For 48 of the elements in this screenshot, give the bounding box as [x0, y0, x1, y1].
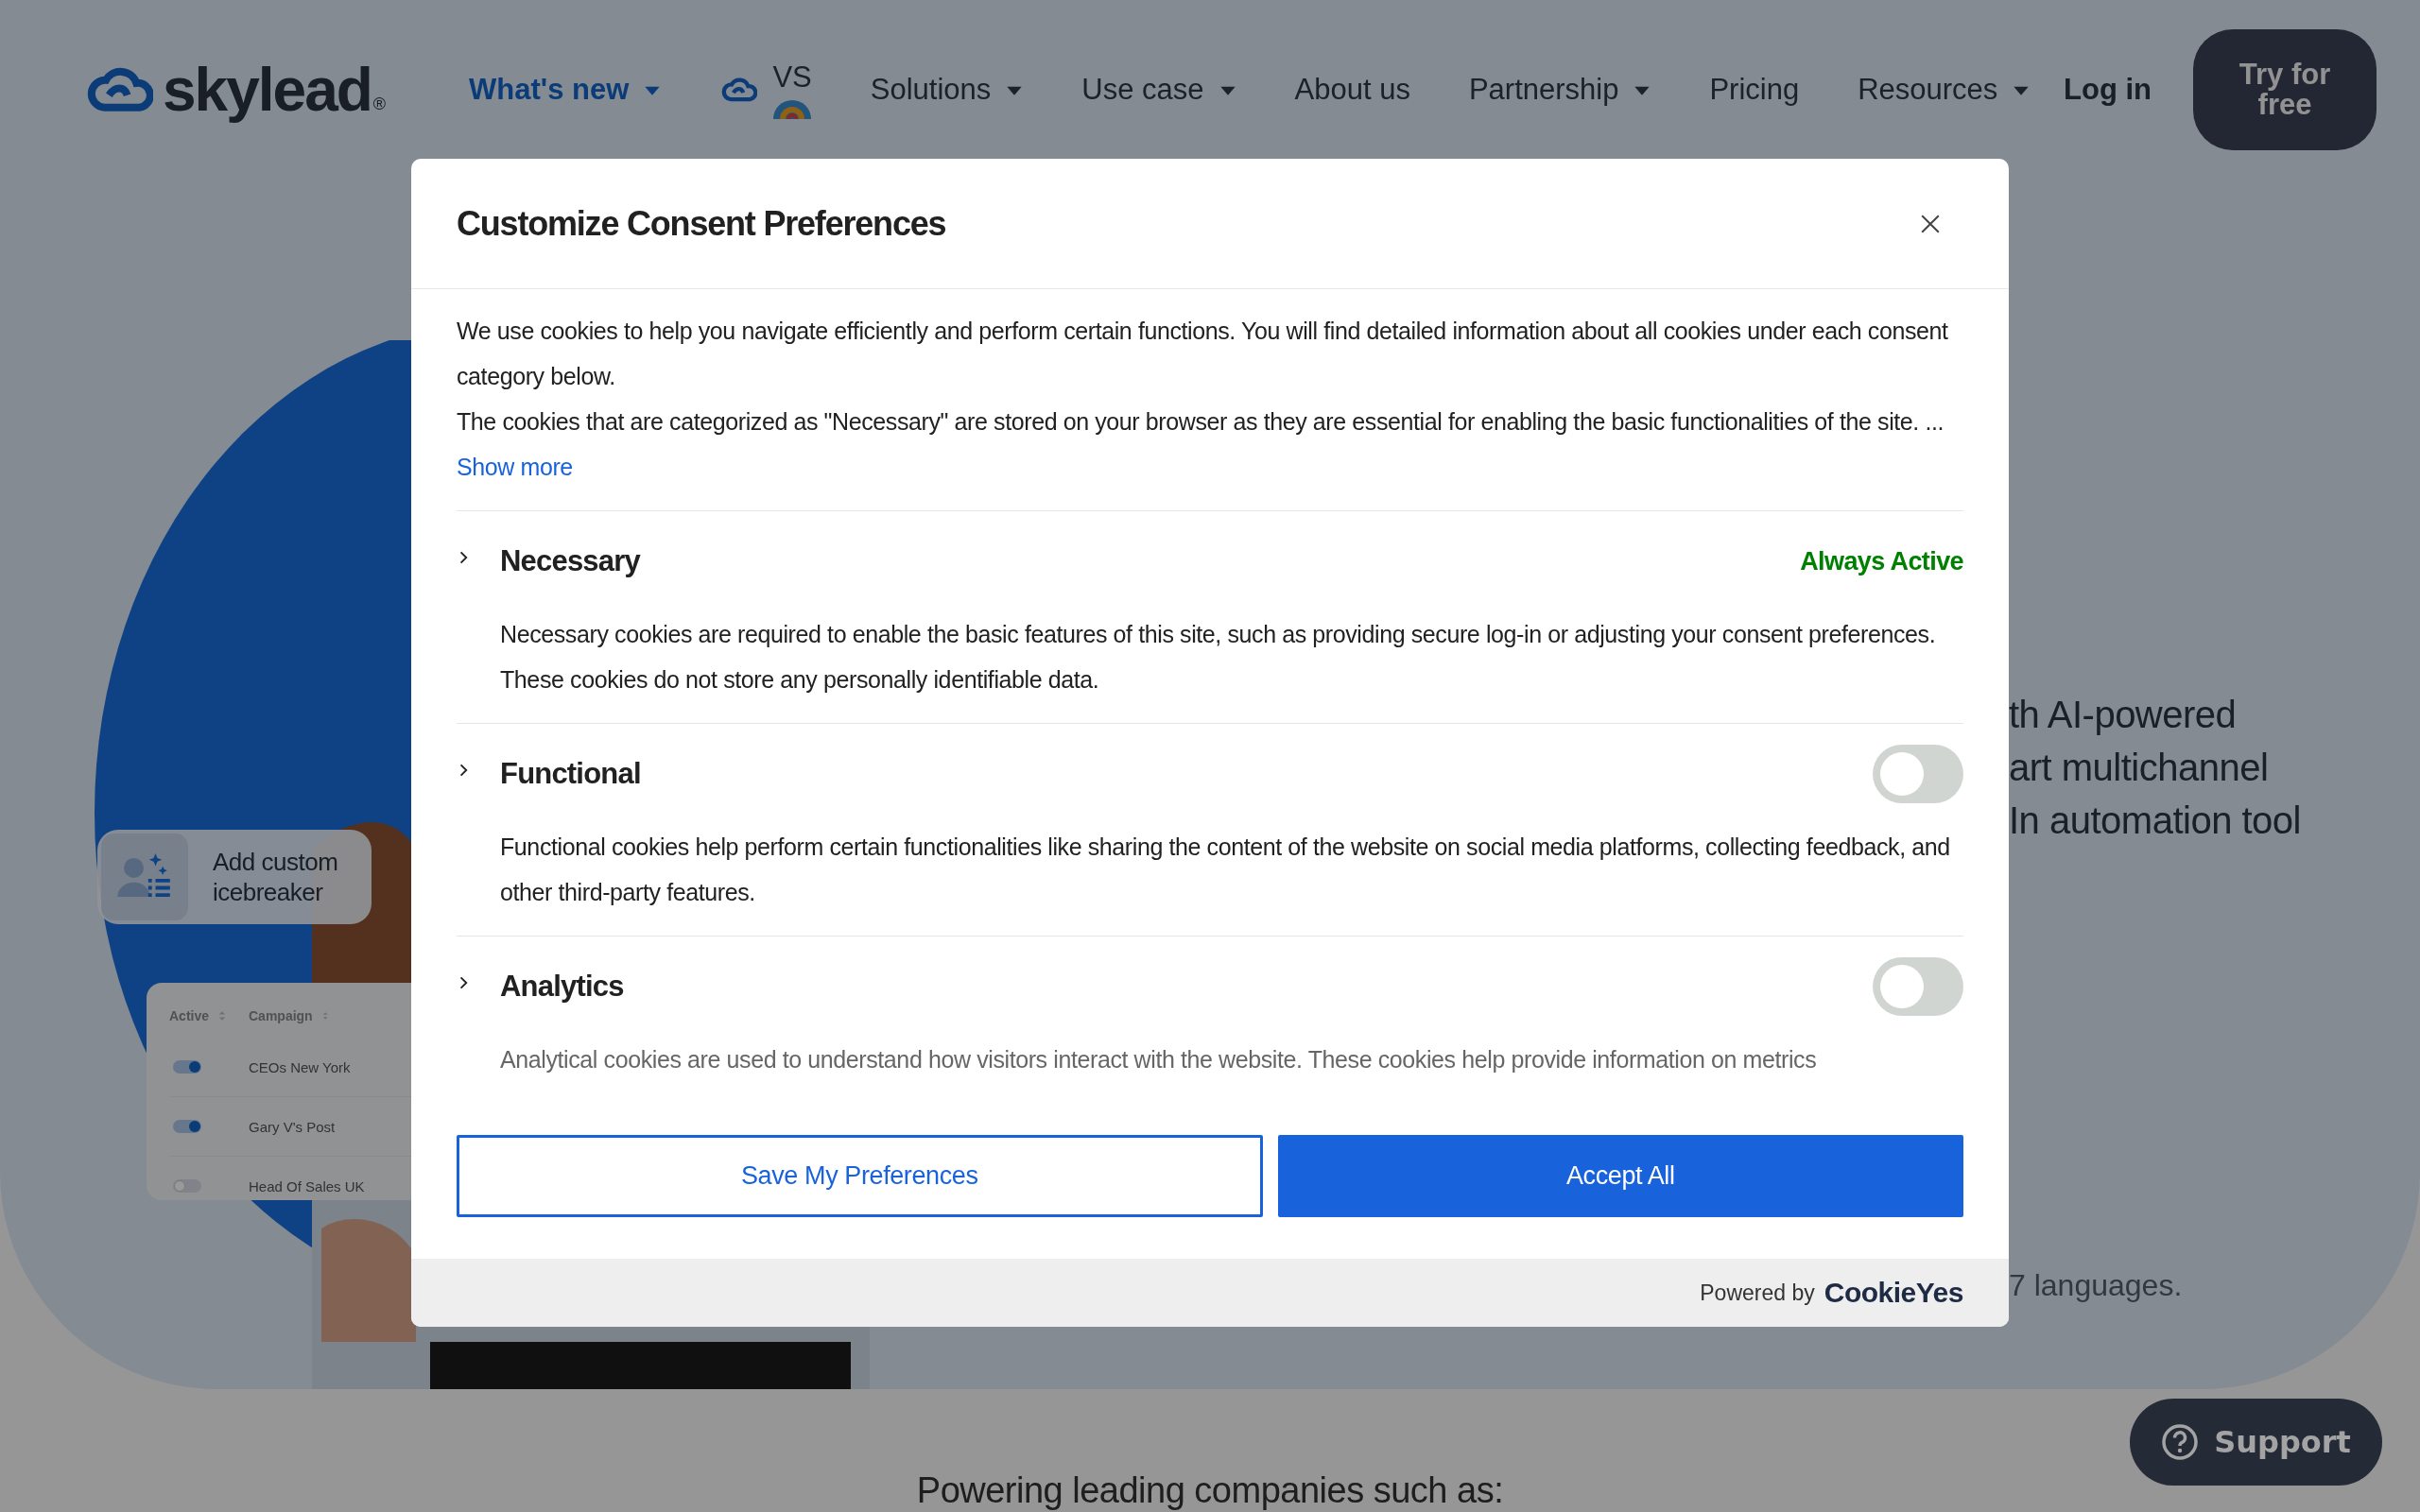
nav-link[interactable]: What's new — [469, 73, 630, 107]
toggle-switch[interactable] — [173, 1060, 201, 1074]
intro-text: We use cookies to help you navigate efficiently and perform certain functions. You will find detailed information about all cookies under each consent category below. — [457, 317, 1949, 391]
nav-link[interactable]: Pricing — [1709, 73, 1800, 107]
show-more-link[interactable]: Show more — [457, 454, 573, 480]
category-description: Necessary cookies are required to enable the basic features of this site, such as providing secure log-in or adjusting your consent preferences. These cookies do not store any personally identifiable data. — [500, 620, 1937, 695]
headline-text: In automation tool — [2009, 799, 2302, 843]
close-icon[interactable] — [1920, 213, 1941, 234]
rainbow-dome-icon — [773, 100, 812, 119]
accept-all-button[interactable]: Accept All — [1277, 1135, 1963, 1217]
nav-link[interactable]: Resources — [1858, 73, 1998, 107]
support-button[interactable]: Support — [2130, 1399, 2382, 1486]
registered-mark: ® — [372, 94, 387, 114]
help-icon — [2161, 1423, 2200, 1461]
toggle-switch[interactable] — [173, 1179, 201, 1193]
chevron-right-icon[interactable] — [458, 975, 470, 990]
try-free-button[interactable]: Try for free — [2193, 29, 2377, 150]
powered-by-text: Powered by — [1700, 1280, 1815, 1306]
login-link[interactable]: Log in — [2064, 73, 2152, 107]
nav-link[interactable]: VS — [772, 60, 812, 94]
chevron-right-icon[interactable] — [458, 763, 470, 778]
nav-link[interactable]: About us — [1294, 73, 1410, 107]
table-cell: CEOs New York — [249, 1058, 351, 1075]
intro-text: The cookies that are categorized as "Necessary" are stored on your browser as they are essential for enabling the basic functionalities of the site. ... Show more — [457, 407, 1945, 482]
nav-link[interactable]: Solutions — [870, 73, 992, 107]
column-header[interactable]: Campaign — [249, 1008, 313, 1023]
nav-link[interactable]: Partnership — [1468, 73, 1619, 107]
table-cell: Head Of Sales UK — [249, 1177, 365, 1194]
category-title[interactable]: Analytics — [500, 970, 1873, 1004]
column-header[interactable]: Active — [169, 1008, 210, 1023]
headline-text: th AI-powered — [2009, 693, 2238, 737]
section-heading: Powering leading companies such as: — [916, 1470, 1504, 1511]
headline-text: art multichannel — [2009, 746, 2270, 790]
category-title[interactable]: Functional — [500, 757, 1873, 791]
always-active-label: Always Active — [1800, 546, 1963, 576]
category-title[interactable]: Necessary — [500, 544, 1801, 578]
category-description: Functional cookies help perform certain functionalities like sharing the content of the website on social media platforms, collecting feedback, and other third-party features. — [500, 833, 1951, 907]
category-description: Analytical cookies are used to understand how visitors interact with the website. These cookies help provide information on metrics — [500, 1045, 1818, 1074]
nav-link[interactable]: Use case — [1081, 73, 1204, 107]
contact-list-icon — [101, 833, 188, 920]
toggle-switch[interactable] — [173, 1120, 201, 1133]
table-cell: Gary V's Post — [249, 1118, 336, 1135]
hero-note: 7 languages. — [2009, 1268, 2184, 1303]
chevron-right-icon[interactable] — [458, 550, 470, 565]
brand-logo[interactable]: CookieYes — [1824, 1277, 1963, 1309]
save-preferences-button[interactable]: Save My Preferences — [457, 1135, 1263, 1217]
card-label: Add custom icebreaker — [213, 847, 339, 907]
dialog-title: Customize Consent Preferences — [457, 203, 946, 244]
